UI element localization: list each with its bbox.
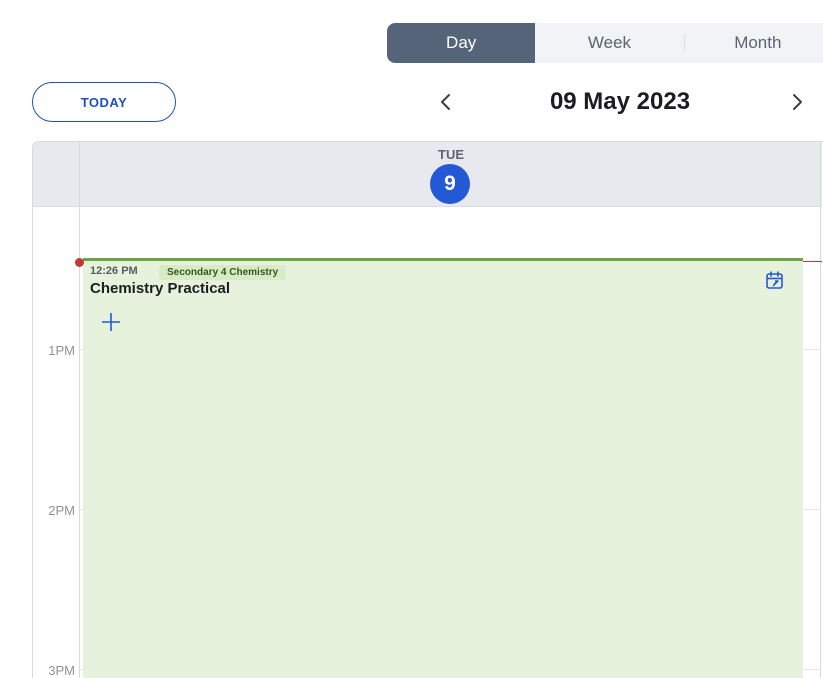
- view-month-button[interactable]: Month: [683, 23, 823, 63]
- event-class-tag: Secondary 4 Chemistry: [159, 265, 287, 280]
- calendar-app: Day Week Month TODAY 09 May 2023 TUE 9 1…: [0, 0, 823, 678]
- calendar-export-icon[interactable]: [764, 270, 786, 292]
- day-calendar-grid: TUE 9 1PM 2PM 3PM 12:26 PM Secondary 4 C…: [32, 141, 823, 678]
- event-time: 12:26 PM: [90, 265, 138, 277]
- chevron-left-icon[interactable]: [434, 90, 458, 114]
- view-switcher: Day Week Month: [387, 23, 823, 63]
- time-gutter-divider: [79, 142, 80, 678]
- hour-label-1pm: 1PM: [48, 343, 75, 358]
- today-button[interactable]: TODAY: [32, 82, 176, 122]
- current-date-title: 09 May 2023: [549, 88, 691, 115]
- plus-icon[interactable]: [100, 311, 122, 333]
- hour-label-3pm: 3PM: [48, 663, 75, 678]
- weekday-label: TUE: [438, 147, 464, 162]
- current-time-dot: [75, 258, 84, 267]
- column-right-divider: [820, 142, 821, 678]
- hour-label-2pm: 2PM: [48, 503, 75, 518]
- chevron-right-icon[interactable]: [785, 90, 809, 114]
- day-column-header: TUE 9: [33, 142, 822, 207]
- view-day-button[interactable]: Day: [387, 23, 536, 63]
- event-title: Chemistry Practical: [90, 280, 231, 297]
- event-block[interactable]: 12:26 PM Secondary 4 Chemistry Chemistry…: [83, 258, 803, 678]
- view-week-button[interactable]: Week: [535, 23, 683, 63]
- day-number-badge[interactable]: 9: [430, 164, 470, 204]
